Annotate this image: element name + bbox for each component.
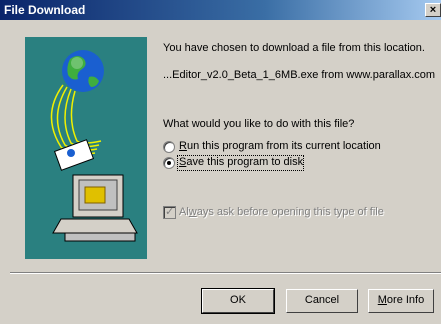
envelope-icon xyxy=(53,139,95,171)
window-title: File Download xyxy=(4,3,86,17)
save-radio[interactable] xyxy=(163,157,175,169)
globe-icon xyxy=(62,50,104,92)
more-info-button[interactable]: More Info xyxy=(368,289,434,313)
separator-highlight xyxy=(10,273,441,274)
run-radio[interactable] xyxy=(163,141,175,153)
close-icon: × xyxy=(429,4,437,16)
question-text: What would you like to do with this file… xyxy=(163,118,355,130)
cancel-button[interactable]: Cancel xyxy=(286,289,358,313)
download-illustration xyxy=(25,37,147,259)
download-location: ...Editor_v2.0_Beta_1_6MB.exe from www.p… xyxy=(163,69,436,81)
checkmark-icon: ✓ xyxy=(165,206,175,218)
ok-button[interactable]: OK xyxy=(201,288,275,314)
save-label: Save this program to disk xyxy=(179,156,304,168)
download-illustration-svg xyxy=(50,50,138,242)
intro-text: You have chosen to download a file from … xyxy=(163,42,425,54)
always-ask-label: Always ask before opening this type of f… xyxy=(179,206,384,218)
always-ask-checkbox[interactable]: ✓ xyxy=(163,206,176,219)
file-download-dialog: File Download × You have chosen to downl… xyxy=(0,0,441,324)
run-label: Run this program from its current locati… xyxy=(179,140,381,152)
computer-icon xyxy=(52,174,138,242)
close-button[interactable]: × xyxy=(425,3,441,17)
title-bar[interactable]: File Download × xyxy=(0,0,441,20)
